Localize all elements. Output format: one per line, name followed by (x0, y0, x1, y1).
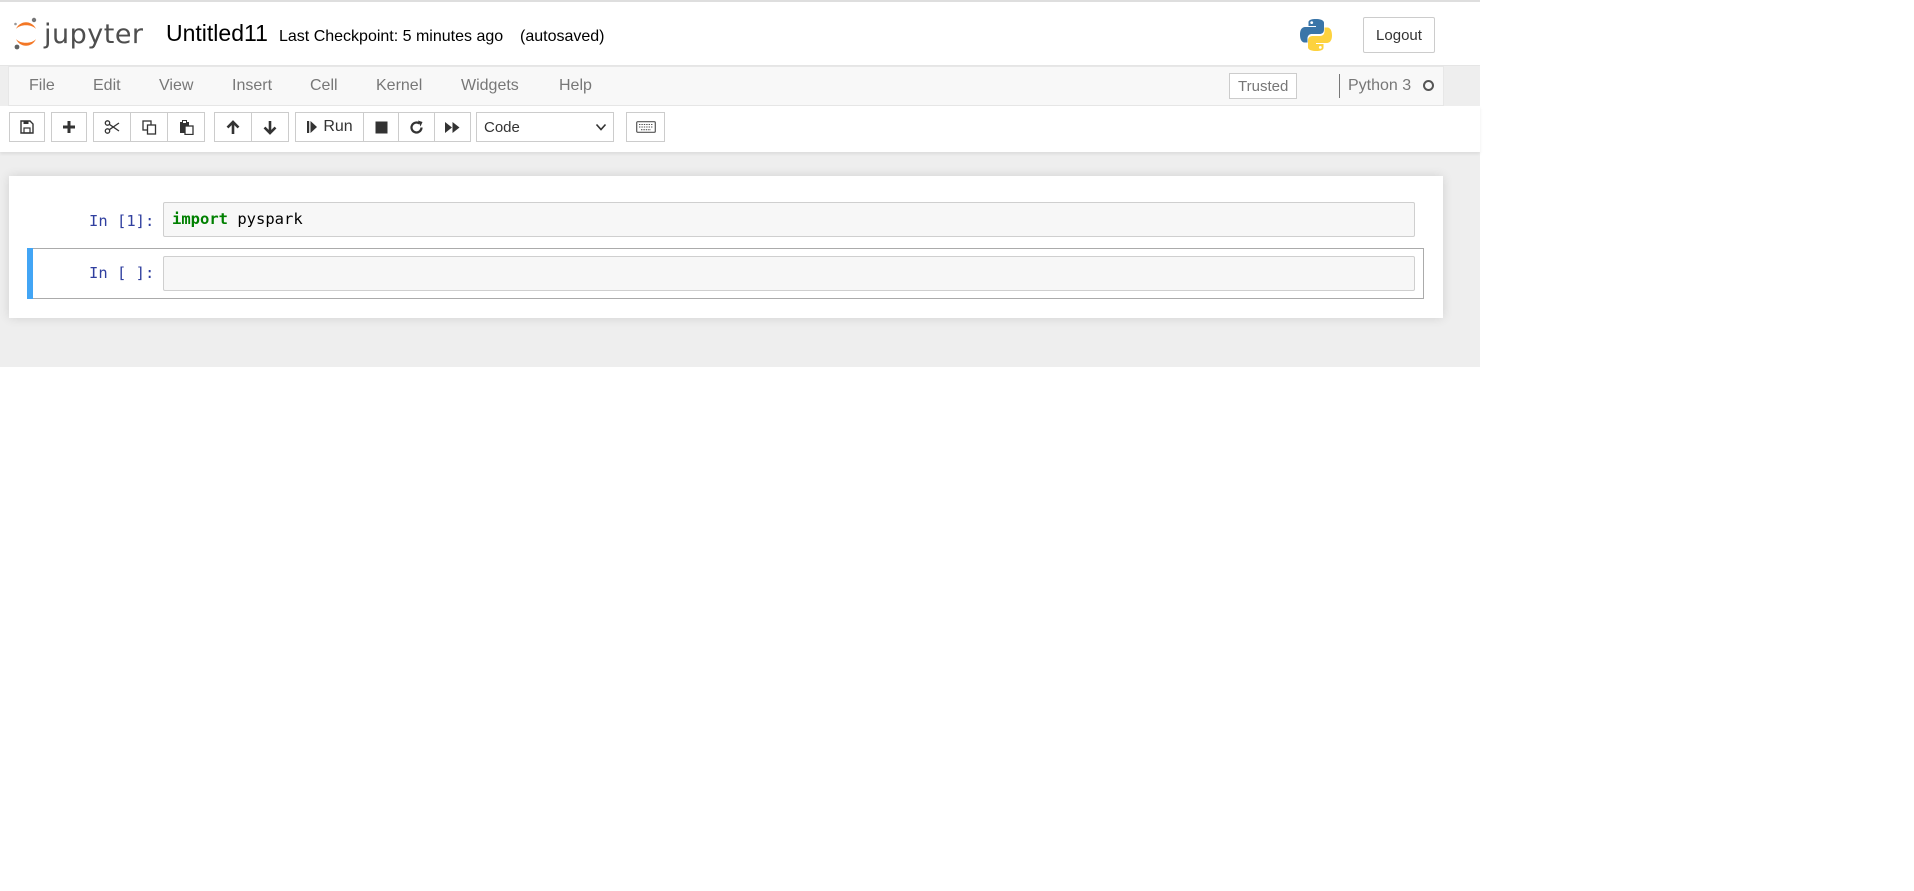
stop-icon (375, 121, 387, 133)
save-button[interactable] (9, 112, 45, 142)
command-palette-button[interactable] (626, 112, 665, 142)
step-forward-icon (307, 121, 318, 133)
menu-kernel[interactable]: Kernel (376, 77, 422, 95)
save-icon (20, 120, 34, 134)
insert-cell-button[interactable] (51, 112, 87, 142)
fast-forward-icon (445, 121, 460, 133)
kernel-divider (1339, 74, 1340, 98)
keyboard-icon (635, 121, 656, 133)
run-label: Run (323, 118, 353, 135)
cut-button[interactable] (93, 112, 131, 142)
notebook-container: In [1]: import pyspark In [ ]: (9, 176, 1443, 318)
restart-run-all-button[interactable] (434, 112, 471, 142)
logout-button[interactable]: Logout (1363, 17, 1435, 53)
chevron-down-icon (595, 123, 607, 131)
python-logo-icon (1300, 19, 1332, 51)
arrow-down-icon (263, 120, 277, 135)
kernel-name[interactable]: Python 3 (1348, 77, 1411, 95)
code-text: pyspark (228, 210, 303, 228)
code-cell-input[interactable]: import pyspark (163, 202, 1415, 237)
menubar: File Edit View Insert Cell Kernel Widget… (8, 66, 1444, 106)
header: jupyter Untitled11 Last Checkpoint: 5 mi… (0, 2, 1480, 66)
paste-icon (179, 119, 194, 135)
menu-edit[interactable]: Edit (93, 77, 121, 95)
interrupt-button[interactable] (363, 112, 399, 142)
trusted-indicator[interactable]: Trusted (1229, 73, 1298, 99)
jupyter-logo[interactable]: jupyter (12, 16, 144, 52)
run-button[interactable]: Run (295, 112, 364, 142)
cut-icon (104, 120, 120, 134)
menu-insert[interactable]: Insert (232, 77, 272, 95)
toolbar: Run Code (0, 106, 1480, 152)
notebook-title[interactable]: Untitled11 (166, 20, 268, 47)
cell-type-select[interactable]: Code (476, 112, 614, 142)
kernel-idle-icon (1423, 80, 1434, 91)
menu-cell[interactable]: Cell (310, 77, 338, 95)
selected-cell-indicator (27, 248, 33, 299)
checkpoint-status: Last Checkpoint: 5 minutes ago (279, 28, 504, 45)
cell-type-value: Code (484, 118, 520, 136)
restart-icon (410, 120, 423, 134)
copy-icon (141, 119, 156, 135)
autosave-status: (autosaved) (520, 28, 605, 45)
cell-prompt: In [1]: (89, 212, 155, 230)
jupyter-logo-text: jupyter (44, 18, 144, 50)
move-up-button[interactable] (214, 112, 252, 142)
move-down-button[interactable] (251, 112, 289, 142)
jupyter-app: jupyter Untitled11 Last Checkpoint: 5 mi… (0, 0, 1480, 367)
menu-help[interactable]: Help (559, 77, 592, 95)
restart-kernel-button[interactable] (398, 112, 435, 142)
menu-widgets[interactable]: Widgets (461, 77, 519, 95)
plus-icon (63, 121, 75, 133)
jupyter-logo-icon (14, 17, 37, 50)
code-cell-input[interactable] (163, 256, 1415, 291)
code-keyword: import (172, 210, 228, 228)
cell-prompt: In [ ]: (89, 264, 155, 282)
copy-button[interactable] (130, 112, 168, 142)
menu-file[interactable]: File (29, 77, 55, 95)
paste-button[interactable] (167, 112, 205, 142)
arrow-up-icon (226, 119, 240, 134)
menu-view[interactable]: View (159, 77, 193, 95)
